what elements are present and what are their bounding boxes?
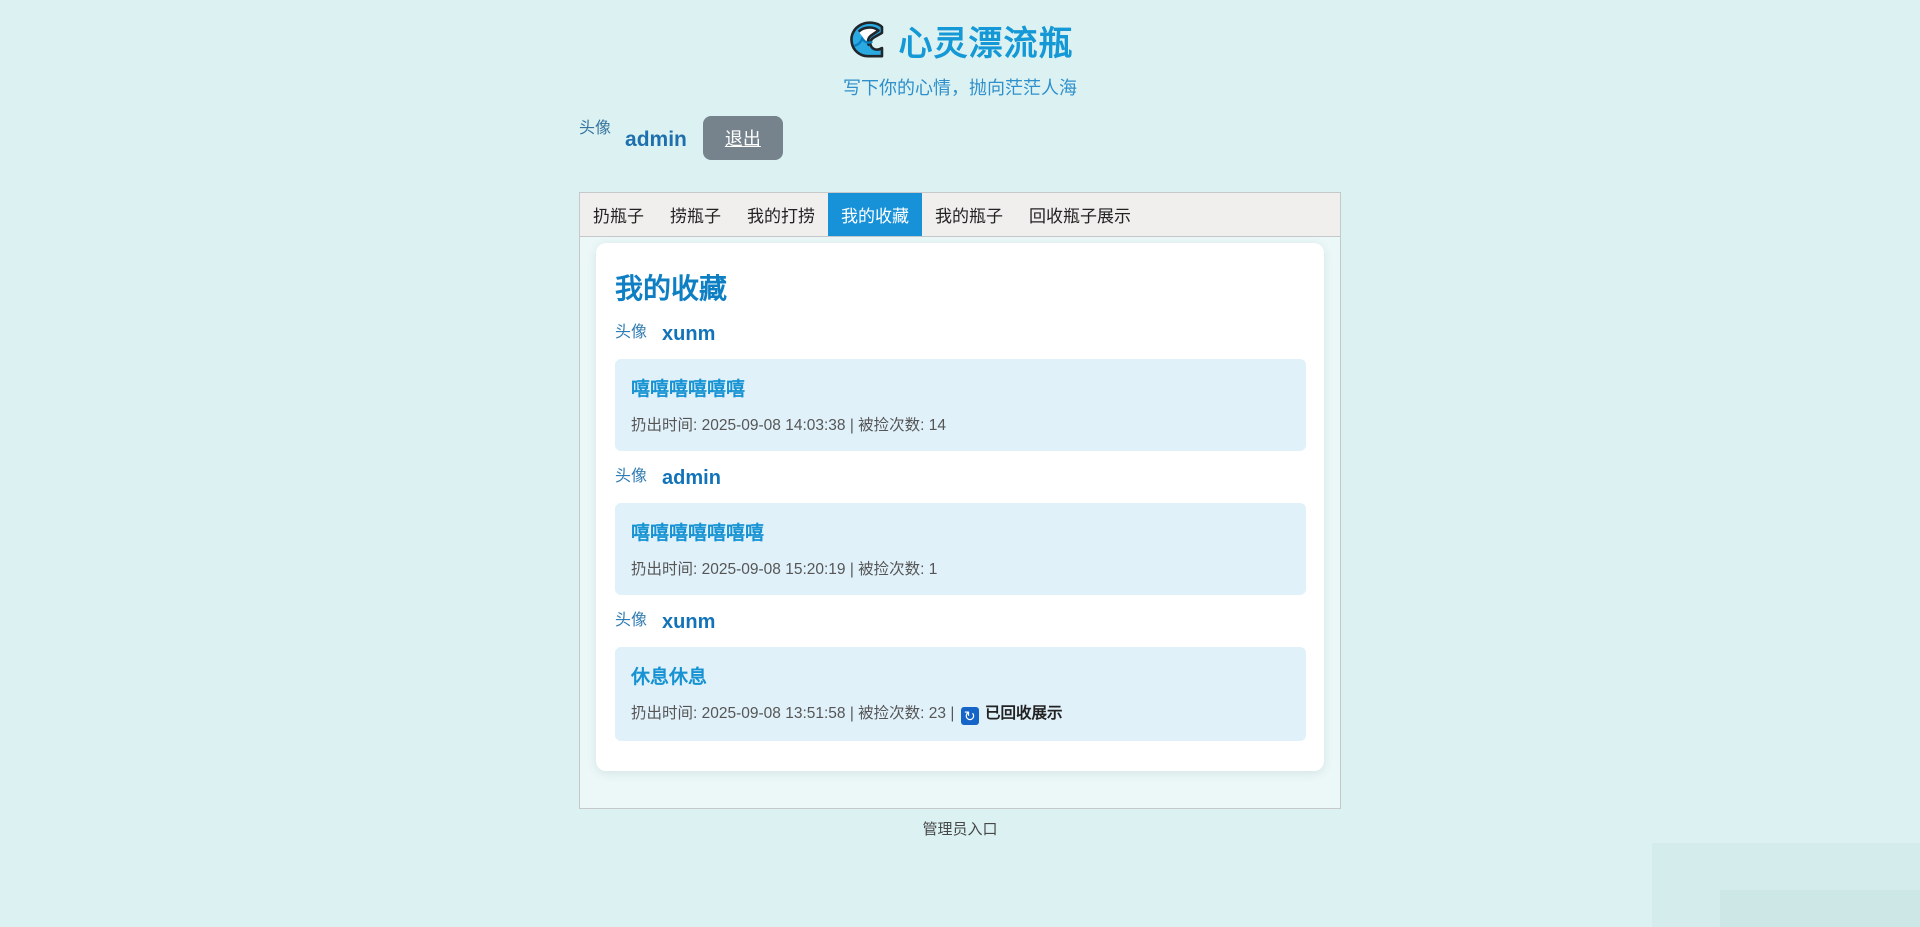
- bottle-item: 休息休息 扔出时间: 2025-09-08 13:51:58 | 被捡次数: 2…: [615, 647, 1306, 741]
- header-avatar: 头像: [579, 114, 611, 138]
- bottle-title-link[interactable]: 嘻嘻嘻嘻嘻嘻嘻: [631, 523, 764, 544]
- favorite-user-row: 头像 xunm: [615, 316, 1306, 346]
- favorites-card: 我的收藏 头像 xunm 嘻嘻嘻嘻嘻嘻 扔出时间: 2025-09-08 14:…: [596, 243, 1324, 771]
- logout-label: 退出: [725, 129, 761, 149]
- bottle-meta: 扔出时间: 2025-09-08 14:03:38 | 被捡次数: 14: [631, 413, 1290, 435]
- favorite-username: xunm: [662, 323, 715, 346]
- footer: 管理员入口: [579, 818, 1341, 839]
- bottle-panel: 扔瓶子 捞瓶子 我的打捞 我的收藏 我的瓶子 回收瓶子展示 我的收藏 头像 xu…: [579, 192, 1341, 809]
- bottle-meta: 扔出时间: 2025-09-08 15:20:19 | 被捡次数: 1: [631, 557, 1290, 579]
- avatar: 头像: [615, 318, 647, 342]
- tab-my-bottles[interactable]: 我的瓶子: [922, 193, 1016, 236]
- bottle-meta: 扔出时间: 2025-09-08 13:51:58 | 被捡次数: 23 | ↻…: [631, 701, 1290, 725]
- bottle-meta-text: 扔出时间: 2025-09-08 13:51:58 | 被捡次数: 23 |: [631, 705, 954, 722]
- recycled-status-label: 已回收展示: [985, 705, 1063, 722]
- screenshot-artifact-rect: [1720, 890, 1920, 927]
- favorite-username: admin: [662, 467, 721, 490]
- bottle-title-link[interactable]: 嘻嘻嘻嘻嘻嘻: [631, 379, 745, 400]
- admin-entry-link[interactable]: 管理员入口: [922, 821, 997, 838]
- recycle-icon: ↻: [961, 707, 979, 725]
- user-bar: 头像 admin 退出: [579, 112, 1341, 160]
- avatar: 头像: [615, 606, 647, 630]
- page-title: 心灵漂流瓶: [899, 16, 1074, 65]
- tab-throw-bottle[interactable]: 扔瓶子: [580, 193, 657, 236]
- tab-my-favorites[interactable]: 我的收藏: [828, 193, 922, 236]
- tab-recycled-bottles[interactable]: 回收瓶子展示: [1016, 193, 1144, 236]
- logout-button[interactable]: 退出: [703, 116, 783, 160]
- wave-logo-icon: [847, 20, 889, 62]
- site-header: 心灵漂流瓶 写下你的心情，抛向茫茫人海: [0, 0, 1920, 100]
- favorite-username: xunm: [662, 611, 715, 634]
- bottle-item: 嘻嘻嘻嘻嘻嘻 扔出时间: 2025-09-08 14:03:38 | 被捡次数:…: [615, 359, 1306, 451]
- tab-my-catches[interactable]: 我的打捞: [734, 193, 828, 236]
- tab-bar: 扔瓶子 捞瓶子 我的打捞 我的收藏 我的瓶子 回收瓶子展示: [580, 193, 1340, 237]
- avatar: 头像: [615, 462, 647, 486]
- bottle-item: 嘻嘻嘻嘻嘻嘻嘻 扔出时间: 2025-09-08 15:20:19 | 被捡次数…: [615, 503, 1306, 595]
- section-title: 我的收藏: [615, 267, 1306, 307]
- header-username: admin: [625, 128, 687, 152]
- bottle-title-link[interactable]: 休息休息: [631, 667, 707, 688]
- tab-fish-bottle[interactable]: 捞瓶子: [657, 193, 734, 236]
- page-subtitle: 写下你的心情，抛向茫茫人海: [0, 74, 1920, 100]
- title-row: 心灵漂流瓶: [0, 16, 1920, 65]
- favorite-user-row: 头像 admin: [615, 460, 1306, 490]
- panel-body: 我的收藏 头像 xunm 嘻嘻嘻嘻嘻嘻 扔出时间: 2025-09-08 14:…: [580, 237, 1340, 808]
- favorite-user-row: 头像 xunm: [615, 604, 1306, 634]
